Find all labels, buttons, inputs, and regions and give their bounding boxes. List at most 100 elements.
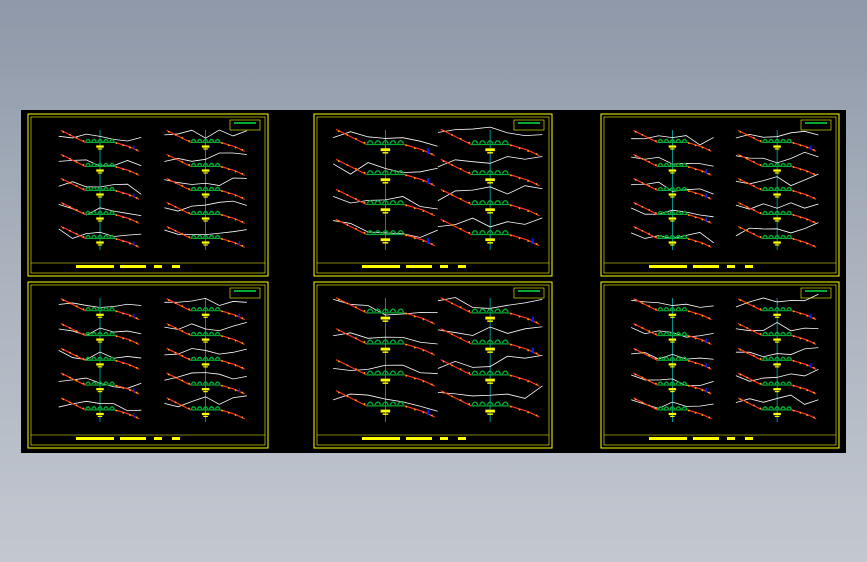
slope-marker	[422, 380, 425, 383]
slope-marker	[188, 188, 191, 190]
road-section	[214, 356, 221, 360]
right-slope	[687, 334, 712, 346]
slope-marker	[174, 351, 177, 354]
station-label	[487, 152, 493, 154]
left-slope	[737, 201, 763, 215]
right-slope	[404, 343, 436, 356]
water-mark	[810, 313, 812, 319]
road-section	[663, 356, 670, 360]
road-section	[762, 331, 768, 336]
sheet-1	[27, 113, 269, 277]
road-section	[494, 170, 502, 174]
sheet-inner-border	[30, 116, 266, 274]
slope-marker	[363, 231, 366, 234]
slope-marker	[355, 227, 357, 230]
left-slope	[440, 128, 472, 146]
slope-marker	[422, 150, 425, 153]
road-section	[208, 162, 215, 166]
station-label	[774, 415, 780, 418]
slope-marker	[422, 318, 425, 321]
road-section	[91, 138, 97, 142]
slope-marker	[129, 339, 131, 342]
road-section	[681, 331, 688, 336]
slope-marker	[227, 168, 230, 171]
slope-marker	[115, 190, 118, 193]
road-section	[768, 234, 774, 238]
station-label	[201, 241, 210, 244]
sheet-border	[27, 281, 269, 449]
road-section	[85, 406, 91, 410]
station-label	[670, 244, 675, 246]
slope-marker	[468, 341, 471, 343]
road-section	[103, 186, 109, 190]
station-label	[203, 316, 208, 318]
slope-marker	[122, 362, 125, 365]
cross-section-drawing	[27, 113, 840, 449]
sheet-tag	[800, 119, 832, 131]
station-label	[670, 341, 675, 343]
station-label	[773, 169, 781, 172]
slope-marker	[468, 231, 471, 234]
slope-marker	[442, 298, 445, 301]
road-section	[471, 370, 479, 375]
station-label	[773, 388, 781, 391]
road-section	[471, 200, 479, 204]
slope-marker	[82, 188, 85, 190]
road-section	[768, 381, 774, 385]
slope-marker	[355, 197, 357, 200]
slope-marker	[806, 170, 809, 173]
slope-marker	[62, 179, 65, 181]
slope-marker	[468, 141, 471, 144]
road-section	[663, 406, 670, 410]
slope-marker	[799, 192, 802, 195]
title-block-number	[440, 265, 448, 268]
slope-marker	[167, 203, 170, 205]
road-section	[762, 307, 768, 311]
station-label	[96, 363, 104, 366]
road-section	[389, 140, 397, 144]
slope-marker	[688, 360, 690, 362]
water-mark	[238, 313, 241, 319]
station-label	[668, 145, 677, 148]
slope-marker	[431, 414, 433, 417]
road-section	[366, 140, 374, 144]
road-section	[366, 401, 374, 406]
station-label	[380, 178, 391, 182]
left-slope	[440, 390, 472, 407]
slope-marker	[739, 227, 742, 229]
road-section	[91, 307, 97, 311]
slope-marker	[135, 391, 138, 394]
left-slope	[633, 347, 658, 361]
slope-marker	[759, 308, 762, 311]
station-label	[96, 169, 104, 172]
slope-marker	[812, 391, 815, 394]
title-block-name	[120, 265, 146, 268]
slope-marker	[708, 221, 711, 223]
slope-marker	[62, 398, 65, 401]
right-slope	[114, 165, 140, 176]
road-section	[103, 406, 109, 410]
road-section	[494, 339, 502, 344]
slope-marker	[648, 233, 651, 235]
station-label	[97, 196, 103, 198]
road-section	[196, 406, 203, 410]
slope-marker	[221, 310, 224, 313]
road-section	[91, 381, 97, 385]
road-section	[85, 138, 91, 142]
slope-marker	[337, 130, 340, 133]
road-section	[91, 356, 97, 360]
road-section	[190, 356, 197, 360]
slope-marker	[405, 204, 408, 207]
slope-marker	[641, 351, 644, 354]
sheet-tag-label	[805, 290, 827, 292]
station-label	[773, 193, 781, 196]
station-label	[487, 242, 493, 244]
sheet-4	[27, 281, 269, 449]
station-label	[382, 152, 389, 154]
title-block-name	[76, 437, 114, 440]
slope-marker	[431, 352, 433, 355]
station-label	[668, 193, 677, 196]
right-slope	[791, 237, 817, 248]
right-slope	[220, 409, 245, 420]
slope-marker	[459, 197, 462, 200]
